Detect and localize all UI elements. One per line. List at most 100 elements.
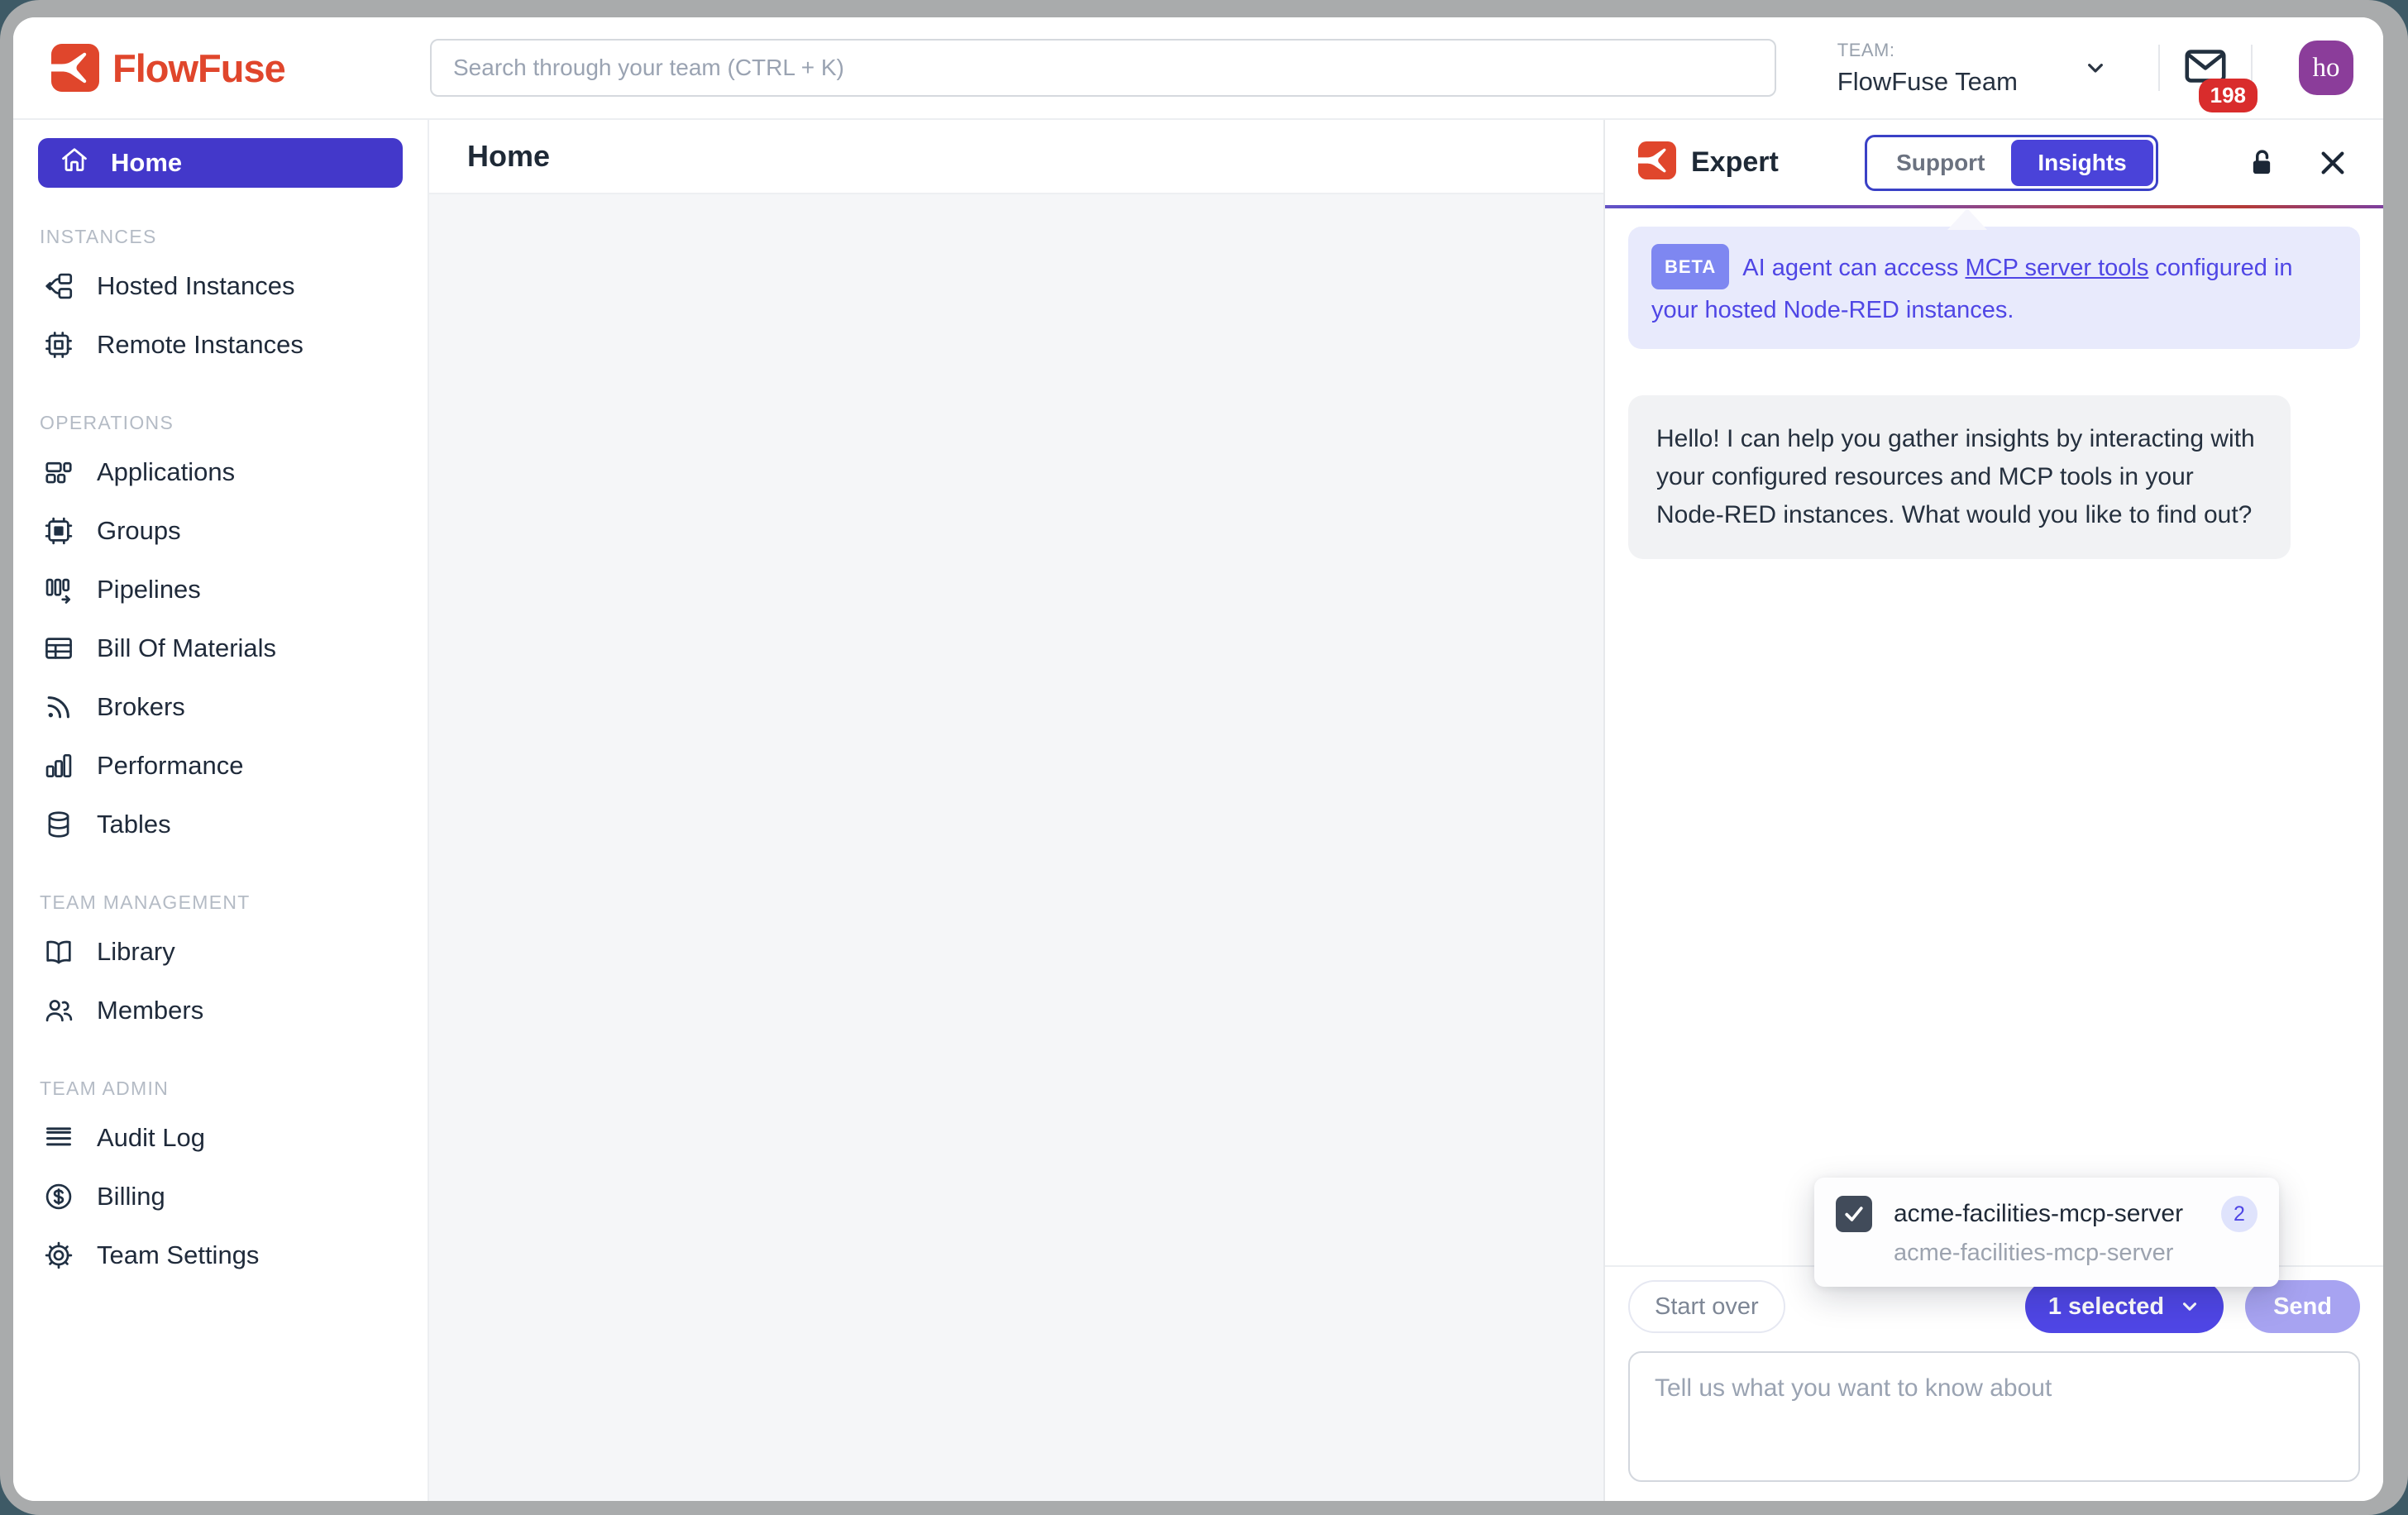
page-title: Home — [467, 139, 550, 174]
mcp-server-description: acme-facilities-mcp-server — [1894, 1240, 2258, 1267]
notifications-button[interactable]: 198 — [2181, 42, 2229, 94]
sidebar-item-remote-instances[interactable]: Remote Instances — [38, 315, 403, 374]
start-over-button[interactable]: Start over — [1628, 1280, 1785, 1333]
sidebar-item-library[interactable]: Library — [38, 922, 403, 981]
expert-title: Expert — [1691, 146, 1779, 179]
main-content: Home — [429, 120, 1603, 1501]
sidebar-item-applications[interactable]: Applications — [38, 442, 403, 501]
mcp-server-name: acme-facilities-mcp-server — [1894, 1200, 2183, 1228]
sidebar-item-label: Bill Of Materials — [97, 633, 276, 663]
remote-instances-icon — [43, 329, 74, 361]
applications-icon — [43, 456, 74, 488]
sidebar-item-members[interactable]: Members — [38, 981, 403, 1039]
sidebar-item-label: Team Settings — [97, 1240, 259, 1270]
sidebar-item-label: Performance — [97, 751, 243, 781]
beta-text-before: AI agent can access — [1742, 255, 1965, 281]
expert-footer-buttons: Start over 1 selected Send — [1628, 1280, 2360, 1333]
team-settings-icon — [43, 1240, 74, 1271]
send-button[interactable]: Send — [2245, 1280, 2360, 1333]
sidebar-item-label: Library — [97, 937, 175, 967]
sidebar-item-label: Members — [97, 996, 203, 1025]
pipelines-icon — [43, 574, 74, 605]
beta-banner: BETA AI agent can access MCP server tools… — [1628, 227, 2360, 349]
team-label: TEAM: — [1837, 40, 2018, 61]
tables-icon — [43, 809, 74, 840]
expert-panel-header: Expert Support Insights — [1605, 120, 2383, 205]
banner-notch — [1947, 208, 1987, 230]
sidebar-item-label: Remote Instances — [97, 330, 303, 360]
sidebar-item-label: Groups — [97, 516, 181, 546]
expert-mode-toggle: Support Insights — [1865, 135, 2158, 191]
team-search-input[interactable] — [430, 39, 1776, 97]
selected-servers-label: 1 selected — [2048, 1293, 2164, 1321]
avatar[interactable]: ho — [2299, 41, 2353, 95]
close-icon[interactable] — [2315, 146, 2350, 180]
sidebar-item-label: Tables — [97, 810, 171, 839]
main-header: Home — [429, 120, 1603, 194]
sidebar-item-pipelines[interactable]: Pipelines — [38, 560, 403, 619]
team-name: FlowFuse Team — [1837, 67, 2018, 97]
checkbox-checked-icon[interactable] — [1836, 1196, 1872, 1232]
performance-icon — [43, 750, 74, 781]
sidebar-item-brokers[interactable]: Brokers — [38, 677, 403, 736]
sidebar-item-label: Audit Log — [97, 1123, 205, 1153]
brokers-icon — [43, 691, 74, 723]
chevron-down-icon[interactable] — [2082, 55, 2109, 81]
tab-insights[interactable]: Insights — [2011, 140, 2152, 186]
team-selector[interactable]: TEAM: FlowFuse Team — [1837, 40, 2018, 97]
sidebar-item-bill-of-materials[interactable]: Bill Of Materials — [38, 619, 403, 677]
notification-count-badge: 198 — [2199, 79, 2258, 112]
mcp-server-dropdown: acme-facilities-mcp-server 2 acme-facili… — [1814, 1178, 2279, 1287]
sidebar-section-team-admin: TEAM ADMIN — [40, 1078, 401, 1100]
sidebar-item-label: Pipelines — [97, 575, 201, 605]
sidebar-item-billing[interactable]: Billing — [38, 1167, 403, 1226]
sidebar-item-label: Hosted Instances — [97, 271, 295, 301]
expert-header-icons — [2244, 146, 2350, 180]
flowfuse-expert-icon — [1638, 141, 1676, 184]
tab-support[interactable]: Support — [1870, 140, 2011, 186]
library-icon — [43, 936, 74, 968]
expert-footer: Start over 1 selected Send — [1605, 1265, 2383, 1501]
flowfuse-logo[interactable]: FlowFuse — [51, 17, 285, 118]
flowfuse-logo-text: FlowFuse — [112, 45, 285, 91]
topbar-right-group: TEAM: FlowFuse Team 198 ho — [1837, 17, 2353, 118]
audit-log-icon — [43, 1122, 74, 1154]
sidebar-section-operations: OPERATIONS — [40, 412, 401, 434]
sidebar-item-groups[interactable]: Groups — [38, 501, 403, 560]
flowfuse-app-window: FlowFuse TEAM: FlowFuse Team 198 ho — [13, 17, 2383, 1501]
sidebar-item-label: Home — [111, 148, 182, 178]
expert-brand: Expert — [1638, 141, 1779, 184]
prompt-input[interactable] — [1628, 1351, 2360, 1482]
home-icon — [60, 145, 89, 181]
billing-icon — [43, 1181, 74, 1212]
sidebar-item-label: Applications — [97, 457, 235, 487]
app-shell: Home INSTANCES Hosted Instances Remote I… — [13, 120, 2383, 1501]
sidebar-item-label: Billing — [97, 1182, 165, 1212]
groups-icon — [43, 515, 74, 547]
sidebar-item-audit-log[interactable]: Audit Log — [38, 1108, 403, 1167]
selected-servers-button[interactable]: 1 selected — [2025, 1280, 2224, 1333]
members-icon — [43, 995, 74, 1026]
unlock-icon[interactable] — [2244, 146, 2279, 180]
sidebar-section-team-management: TEAM MANAGEMENT — [40, 891, 401, 914]
chevron-down-icon — [2179, 1296, 2200, 1317]
sidebar-item-label: Brokers — [97, 692, 185, 722]
expert-panel: Expert Support Insights — [1603, 120, 2383, 1501]
mcp-server-count-badge: 2 — [2221, 1196, 2258, 1232]
mcp-server-tools-link[interactable]: MCP server tools — [1965, 255, 2148, 281]
sidebar-item-tables[interactable]: Tables — [38, 795, 403, 853]
mcp-server-option[interactable]: acme-facilities-mcp-server 2 — [1836, 1196, 2258, 1232]
sidebar-item-home[interactable]: Home — [38, 138, 403, 188]
sidebar-item-hosted-instances[interactable]: Hosted Instances — [38, 256, 403, 315]
assistant-message: Hello! I can help you gather insights by… — [1628, 395, 2291, 559]
sidebar-item-performance[interactable]: Performance — [38, 736, 403, 795]
beta-badge: BETA — [1651, 244, 1729, 289]
sidebar-item-team-settings[interactable]: Team Settings — [38, 1226, 403, 1284]
bill-of-materials-icon — [43, 633, 74, 664]
flowfuse-logo-icon — [51, 44, 99, 92]
sidebar-section-instances: INSTANCES — [40, 226, 401, 248]
divider — [2158, 45, 2160, 91]
top-bar: FlowFuse TEAM: FlowFuse Team 198 ho — [13, 17, 2383, 120]
sidebar: Home INSTANCES Hosted Instances Remote I… — [13, 120, 429, 1501]
hosted-instances-icon — [43, 270, 74, 302]
